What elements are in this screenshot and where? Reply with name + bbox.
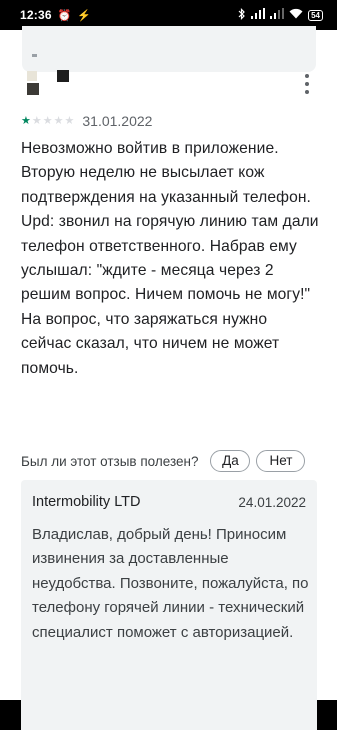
previous-reply-card bbox=[22, 26, 316, 72]
wifi-icon bbox=[289, 8, 303, 22]
helpful-question: Был ли этот отзыв полезен? bbox=[21, 453, 199, 469]
review-text: Невозможно войтив в приложение. Вторую н… bbox=[21, 140, 319, 377]
helpful-row: Был ли этот отзыв полезен? Да Нет bbox=[21, 450, 319, 472]
signal-icon bbox=[251, 8, 266, 22]
star-icon: ★ bbox=[42, 114, 53, 127]
star-rating: ★ ★ ★ ★ ★ bbox=[21, 114, 75, 127]
helpful-no-button[interactable]: Нет bbox=[256, 450, 306, 472]
star-icon: ★ bbox=[31, 114, 42, 127]
signal-icon bbox=[270, 8, 285, 22]
star-icon: ★ bbox=[64, 114, 75, 127]
star-icon: ★ bbox=[53, 114, 64, 127]
review-screen: ★ ★ ★ ★ ★ 31.01.2022 Невозможно войтив в… bbox=[0, 26, 337, 730]
more-options-icon[interactable] bbox=[300, 74, 314, 94]
status-time: 12:36 bbox=[20, 8, 52, 22]
developer-name: Intermobility LTD bbox=[32, 494, 141, 510]
battery-level: 54 bbox=[308, 9, 323, 21]
developer-reply: Intermobility LTD 24.01.2022 Владислав, … bbox=[21, 480, 317, 730]
reply-text: Владислав, добрый день! Приносим извинен… bbox=[32, 526, 309, 641]
sync-icon: ⚡ bbox=[77, 9, 92, 22]
alarm-clock-icon: ⏰ bbox=[57, 9, 72, 22]
helpful-yes-button[interactable]: Да bbox=[210, 450, 251, 472]
avatar bbox=[22, 69, 72, 99]
reply-date: 24.01.2022 bbox=[238, 495, 306, 510]
bluetooth-icon bbox=[238, 7, 246, 23]
review-rating-row: ★ ★ ★ ★ ★ 31.01.2022 bbox=[21, 113, 152, 129]
review-date: 31.01.2022 bbox=[82, 113, 153, 129]
star-icon: ★ bbox=[21, 114, 31, 127]
